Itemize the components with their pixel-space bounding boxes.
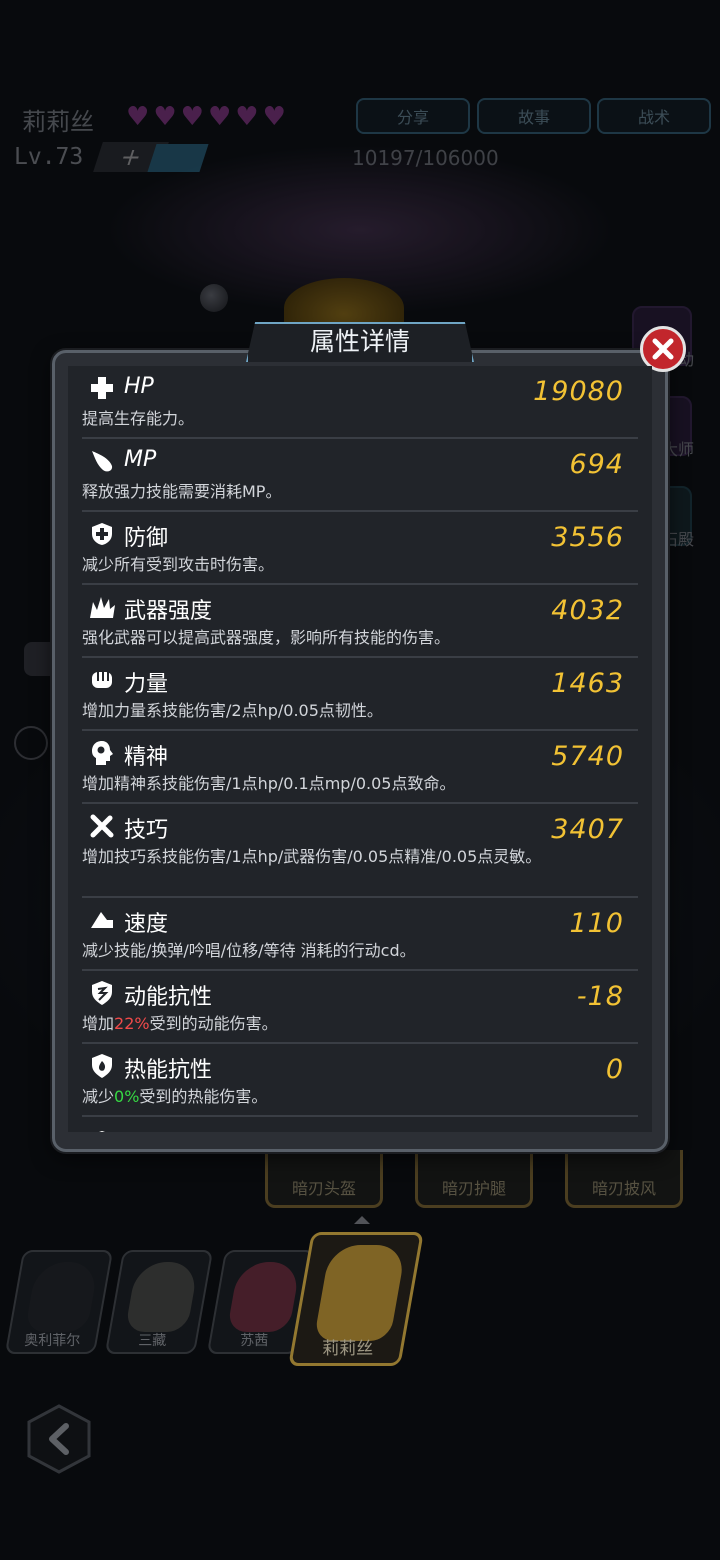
attribute-value: 19080 (533, 376, 624, 407)
attribute-value: 3556 (551, 522, 624, 553)
attribute-value: 1463 (551, 668, 624, 699)
attribute-row-mp: MP 694 释放强力技能需要消耗MP。 (82, 439, 638, 512)
attribute-desc: 释放强力技能需要消耗MP。 (82, 482, 282, 501)
attribute-name: 速度 (124, 912, 169, 937)
attribute-desc: 强化武器可以提高武器强度，影响所有技能的伤害。 (82, 628, 451, 647)
attribute-row-spirit: 精神 5740 增加精神系技能伤害/1点hp/0.1点mp/0.05点致命。 (82, 731, 638, 804)
fire-resist-icon (88, 1052, 116, 1080)
attribute-name: 武器强度 (124, 599, 213, 624)
attribute-row-defense: 防御 3556 减少所有受到攻击时伤害。 (82, 512, 638, 585)
attribute-name: 精神 (124, 745, 169, 770)
explosion-icon (88, 593, 116, 621)
attribute-desc: 增加技巧系技能伤害/1点hp/武器伤害/0.05点精准/0.05点灵敏。 (82, 847, 542, 866)
attribute-row-hp: HP 19080 提高生存能力。 (82, 366, 638, 439)
attribute-desc: 减少技能/换弹/吟唱/位移/等待 消耗的行动cd。 (82, 941, 416, 960)
attribute-row-technique: 技巧 3407 增加技巧系技能伤害/1点hp/武器伤害/0.05点精准/0.05… (82, 804, 638, 898)
attribute-row-strength: 力量 1463 增加力量系技能伤害/2点hp/0.05点韧性。 (82, 658, 638, 731)
attribute-name: 防御 (124, 526, 169, 551)
attribute-list[interactable]: HP 19080 提高生存能力。 MP 694 释放强力技能需要消耗MP。 防御… (68, 366, 652, 1132)
attribute-value: -18 (576, 981, 624, 1012)
dialog-title: 属性详情 (309, 327, 410, 356)
speed-icon (88, 906, 116, 934)
attribute-name: MP (124, 447, 157, 472)
attribute-value: 110 (569, 908, 624, 939)
attribute-desc: 增加22%受到的动能伤害。 (82, 1014, 278, 1033)
positive-percent: 0% (114, 1087, 140, 1106)
attribute-name: 动能抗性 (124, 985, 213, 1010)
attribute-value: 0 (605, 1054, 624, 1085)
attribute-desc: 减少0%受到的热能伤害。 (82, 1087, 268, 1106)
kinetic-resist-icon (88, 979, 116, 1007)
attribute-value: 694 (569, 449, 624, 480)
attribute-name: 热能抗性 (124, 1058, 213, 1083)
attribute-name: 技巧 (124, 818, 169, 843)
attribute-value: 3407 (551, 814, 624, 845)
attribute-row-thermal-resist: 热能抗性 0 减少0%受到的热能伤害。 (82, 1044, 638, 1117)
attribute-value: 4032 (551, 595, 624, 626)
attribute-desc: 增加精神系技能伤害/1点hp/0.1点mp/0.05点致命。 (82, 774, 456, 793)
attribute-name: HP (124, 374, 154, 399)
attribute-desc: 减少所有受到攻击时伤害。 (82, 555, 275, 574)
attribute-desc: 提高生存能力。 (82, 409, 195, 428)
attribute-desc: 增加力量系技能伤害/2点hp/0.05点韧性。 (82, 701, 383, 720)
fist-icon (88, 666, 116, 694)
attribute-row-partial (82, 1117, 638, 1132)
brain-icon (88, 739, 116, 767)
attribute-row-weapon-strength: 武器强度 4032 强化武器可以提高武器强度，影响所有技能的伤害。 (82, 585, 638, 658)
attribute-name: 力量 (124, 672, 169, 697)
plus-icon (88, 374, 116, 402)
tools-icon (88, 812, 116, 840)
mp-drop-icon (88, 447, 116, 475)
close-icon (652, 338, 674, 360)
shield-icon (88, 520, 116, 548)
partial-icon (88, 1127, 116, 1132)
attribute-row-kinetic-resist: 动能抗性 -18 增加22%受到的动能伤害。 (82, 971, 638, 1044)
negative-percent: 22% (114, 1014, 150, 1033)
attribute-value: 5740 (551, 741, 624, 772)
attribute-row-speed: 速度 110 减少技能/换弹/吟唱/位移/等待 消耗的行动cd。 (82, 898, 638, 971)
